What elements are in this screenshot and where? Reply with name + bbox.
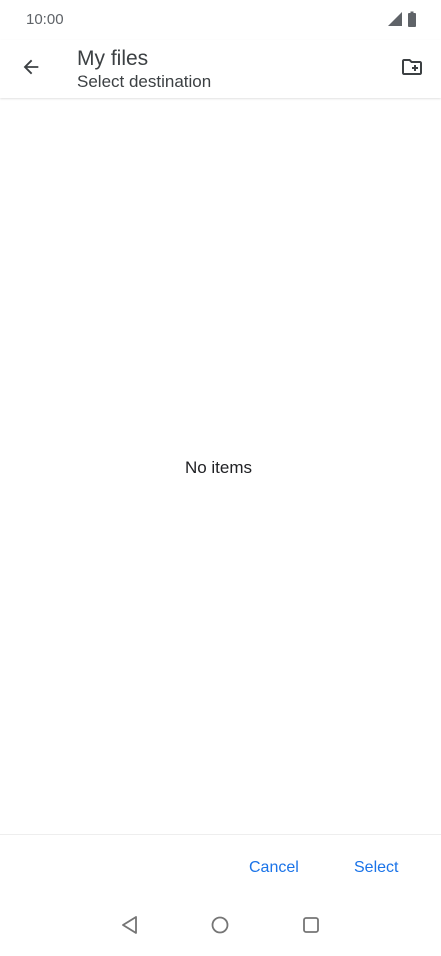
select-button[interactable]: Select bbox=[348, 855, 404, 881]
title-block: My files Select destination bbox=[77, 46, 211, 92]
cancel-button[interactable]: Cancel bbox=[243, 855, 305, 881]
nav-recents-button[interactable] bbox=[296, 913, 326, 941]
nav-recents-icon bbox=[301, 915, 321, 940]
nav-home-button[interactable] bbox=[205, 913, 235, 941]
cell-signal-icon bbox=[387, 11, 403, 32]
nav-back-icon bbox=[120, 915, 140, 940]
status-icons bbox=[387, 11, 417, 32]
status-bar: 10:00 bbox=[0, 0, 441, 40]
action-bar: Cancel Select bbox=[0, 834, 441, 899]
nav-back-button[interactable] bbox=[115, 913, 145, 941]
screen: 10:00 My files Select destination No ite… bbox=[0, 0, 441, 956]
new-folder-icon bbox=[400, 55, 424, 84]
nav-home-icon bbox=[210, 915, 230, 940]
new-folder-button[interactable] bbox=[393, 50, 431, 88]
navigation-bar bbox=[0, 898, 441, 956]
empty-state-message: No items bbox=[184, 458, 253, 477]
page-title: My files bbox=[77, 47, 149, 70]
back-button[interactable] bbox=[12, 50, 50, 88]
arrow-back-icon bbox=[20, 56, 42, 83]
status-time: 10:00 bbox=[26, 11, 64, 28]
battery-icon bbox=[407, 11, 417, 32]
app-bar: My files Select destination bbox=[0, 40, 441, 98]
page-subtitle: Select destination bbox=[77, 72, 212, 91]
